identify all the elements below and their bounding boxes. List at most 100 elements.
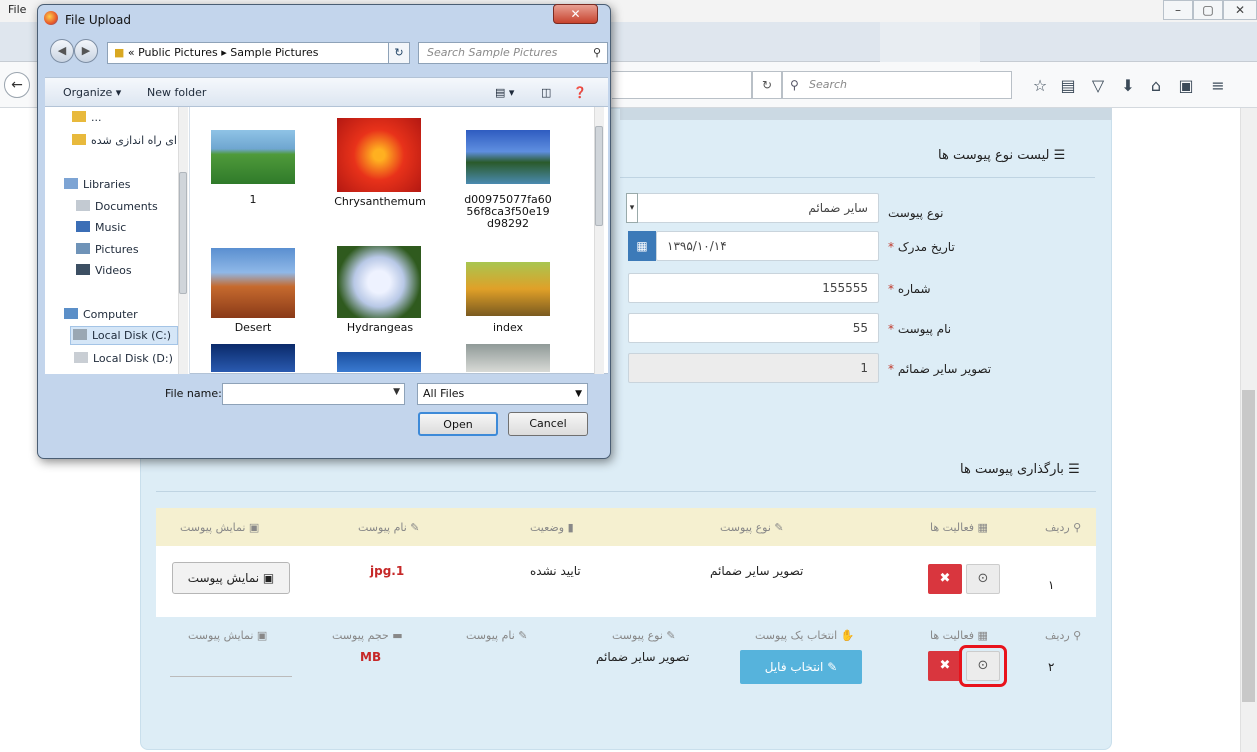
nav-item-local-disk-d[interactable]: Local Disk (D:)	[74, 352, 173, 365]
list-icon: ☰	[1063, 462, 1080, 477]
image-count-field: 1	[628, 353, 879, 383]
th-type: ✎ نوع پیوست	[612, 629, 676, 642]
dialog-back-button[interactable]: ◀	[50, 39, 74, 63]
computer-icon	[64, 308, 78, 319]
thumbnail-landscape[interactable]	[466, 130, 550, 184]
preview-pane-icon[interactable]: ◫	[541, 86, 551, 99]
back-button[interactable]: ←	[4, 72, 30, 98]
file-name[interactable]: Hydrangeas	[320, 322, 440, 334]
row-filename[interactable]: jpg.1	[370, 564, 404, 578]
upload-icon[interactable]: ⊙	[966, 564, 1000, 594]
tab-active[interactable]	[880, 22, 980, 62]
dialog-close-button[interactable]: ✕	[553, 4, 598, 24]
reading-list-icon[interactable]: ▤	[1058, 76, 1078, 96]
thumbnail-partial[interactable]	[337, 352, 421, 372]
menu-file[interactable]: File	[8, 3, 26, 16]
dialog-address-bar[interactable]: ■ « Public Pictures ▸ Sample Pictures	[107, 42, 407, 64]
file-type-value: All Files	[423, 387, 465, 400]
nav-pane-scrollbar-thumb[interactable]	[179, 172, 187, 294]
reload-button[interactable]: ↻	[752, 71, 782, 99]
help-icon[interactable]: ❓	[573, 86, 587, 99]
row-index: ۱	[1048, 578, 1055, 592]
nav-item-videos[interactable]: Videos	[76, 264, 132, 277]
nav-item-local-disk-c[interactable]: Local Disk (C:)	[70, 326, 178, 345]
calendar-icon[interactable]: ▦	[628, 231, 656, 261]
th-status: ▮ وضعیت	[530, 521, 574, 534]
type-select-arrow-icon[interactable]: ▾	[626, 193, 638, 223]
nav-item-folder[interactable]: ای راه اندازی شده	[72, 134, 177, 147]
th-actions: ▦ فعالیت ها	[930, 629, 988, 642]
file-name-label: File name:	[165, 387, 222, 400]
bookmark-star-icon[interactable]: ☆	[1030, 76, 1050, 96]
image-icon: ▣	[259, 571, 275, 585]
organize-menu[interactable]: Organize ▾	[63, 86, 121, 99]
disk-icon	[73, 329, 87, 340]
thumbnail-index[interactable]	[466, 262, 550, 316]
search-icon: ⚲	[790, 78, 799, 92]
file-name[interactable]: index	[448, 322, 568, 334]
th-actions: ▦ فعالیت ها	[930, 521, 988, 534]
uploads-title: ☰ بارگذاری پیوست ها	[960, 462, 1080, 477]
cancel-button[interactable]: Cancel	[508, 412, 588, 436]
open-button[interactable]: Open	[418, 412, 498, 436]
file-name[interactable]: d00975077fa6056f8ca3f50e19d98292	[448, 194, 568, 230]
name-input[interactable]: 55	[628, 313, 879, 343]
nav-item-documents[interactable]: Documents	[76, 200, 158, 213]
thumbnail-hydrangeas[interactable]	[337, 246, 421, 318]
number-input[interactable]: 155555	[628, 273, 879, 303]
delete-button[interactable]: ✖	[928, 564, 962, 594]
row-size: MB	[360, 650, 382, 664]
screenshot-icon[interactable]: ▣	[1176, 76, 1196, 96]
close-window-button[interactable]: ✕	[1223, 0, 1257, 20]
minimize-button[interactable]: –	[1163, 0, 1193, 20]
dialog-forward-button[interactable]: ▶	[74, 39, 98, 63]
thumbnail-desert[interactable]	[211, 248, 295, 318]
nav-item-libraries[interactable]: Libraries	[64, 178, 131, 191]
number-label: شماره *	[888, 282, 931, 296]
file-type-select[interactable]: All Files ▼	[417, 383, 588, 405]
file-name-input[interactable]: ▼	[222, 383, 405, 405]
menu-hamburger-icon[interactable]: ≡	[1208, 76, 1228, 96]
disk-icon	[74, 352, 88, 363]
thumbnail-1[interactable]	[211, 130, 295, 184]
pictures-icon	[76, 243, 90, 254]
thumbnail-chrysanthemum[interactable]	[337, 118, 421, 192]
nav-item-folder[interactable]: ...	[72, 111, 102, 124]
nav-item-computer[interactable]: Computer	[64, 308, 138, 321]
pocket-icon[interactable]: ▽	[1088, 76, 1108, 96]
th-size: ▬ حجم پیوست	[332, 629, 403, 642]
delete-button[interactable]: ✖	[928, 651, 962, 681]
paperclip-icon: ✎	[823, 660, 838, 674]
folder-icon	[72, 111, 86, 122]
nav-item-pictures[interactable]: Pictures	[76, 243, 139, 256]
home-icon[interactable]: ⌂	[1146, 76, 1166, 96]
date-input[interactable]: ۱۳۹۵/۱۰/۱۴	[656, 231, 879, 261]
browser-search-input[interactable]: ⚲ Search	[782, 71, 1012, 99]
downloads-icon[interactable]: ⬇	[1118, 76, 1138, 96]
thumbnail-partial[interactable]	[211, 344, 295, 372]
dialog-toolbar: Organize ▾ New folder ▤ ▾ ◫ ❓	[45, 77, 608, 107]
maximize-button[interactable]: ▢	[1193, 0, 1223, 20]
view-options-icon[interactable]: ▤ ▾	[495, 86, 514, 99]
dialog-refresh-button[interactable]: ↻	[388, 42, 410, 64]
url-bar[interactable]	[612, 71, 752, 99]
files-scrollbar-thumb[interactable]	[595, 126, 603, 226]
dialog-search-input[interactable]: Search Sample Pictures ⚲	[418, 42, 608, 64]
firefox-icon	[44, 11, 58, 25]
type-select[interactable]: سایر ضمائم	[636, 193, 879, 223]
th-row: ⚲ ردیف	[1045, 521, 1082, 534]
name-label: نام پیوست *	[888, 322, 952, 336]
file-name[interactable]: 1	[193, 194, 313, 206]
preview-button[interactable]: ▣ نمایش پیوست	[172, 562, 290, 594]
date-label: تاریخ مدرک *	[888, 240, 955, 254]
choose-file-button[interactable]: ✎ انتخاب فایل	[740, 650, 862, 684]
thumbnail-partial[interactable]	[466, 344, 550, 372]
chevron-down-icon: ▼	[575, 389, 582, 399]
page-scrollbar-thumb[interactable]	[1242, 390, 1255, 702]
nav-item-music[interactable]: Music	[76, 221, 126, 234]
new-folder-button[interactable]: New folder	[147, 86, 206, 99]
file-name[interactable]: Chrysanthemum	[320, 196, 440, 208]
chevron-down-icon[interactable]: ▼	[393, 387, 400, 397]
file-name[interactable]: Desert	[193, 322, 313, 334]
panel-header-strip	[620, 108, 1112, 120]
